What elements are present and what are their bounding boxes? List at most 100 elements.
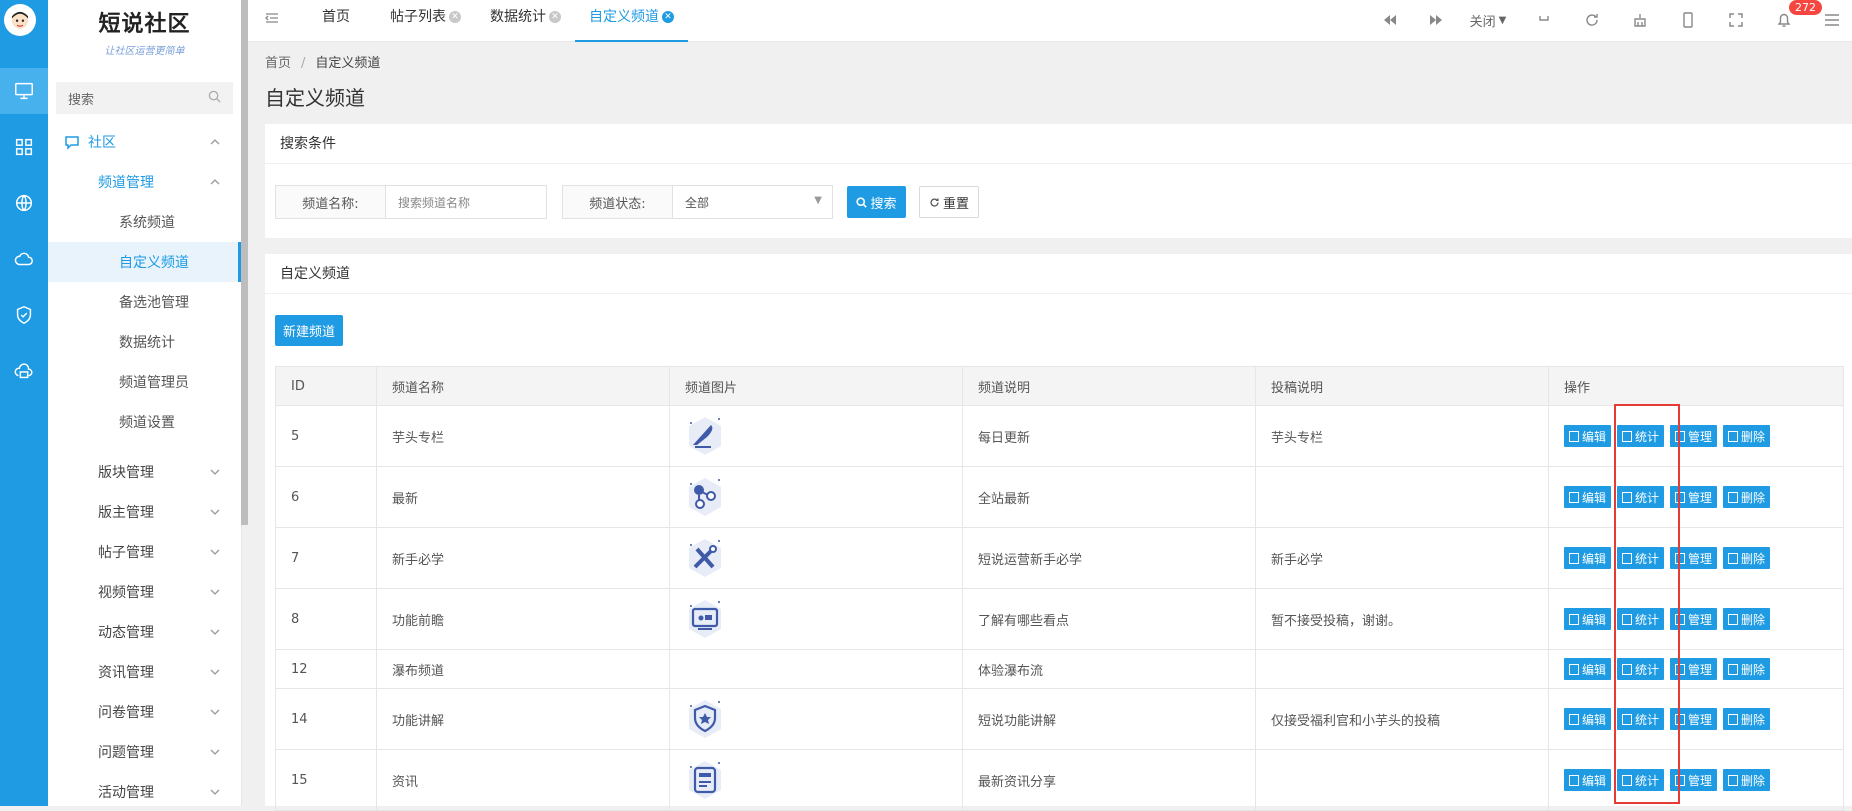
row-actions: 编辑 统计 管理 删除: [1564, 547, 1843, 569]
edit-button[interactable]: 编辑: [1564, 608, 1612, 630]
stats-button[interactable]: 统计: [1617, 547, 1665, 569]
monitor-icon[interactable]: [0, 68, 48, 114]
stats-button[interactable]: 统计: [1617, 486, 1665, 508]
cell-name: 功能讲解: [376, 688, 670, 750]
sidebar-item-channel-mgmt[interactable]: 频道管理: [48, 162, 241, 202]
mobile-icon[interactable]: [1677, 9, 1699, 31]
fast-forward-icon[interactable]: [1425, 9, 1447, 31]
stats-button[interactable]: 统计: [1617, 769, 1665, 791]
close-icon[interactable]: ✕: [449, 11, 461, 23]
apps-grid-icon[interactable]: [0, 124, 48, 170]
manage-button[interactable]: 管理: [1670, 708, 1718, 730]
stats-button[interactable]: 统计: [1617, 425, 1665, 447]
cell-actions: 编辑 统计 管理 删除: [1548, 466, 1844, 528]
document-icon: [1728, 613, 1739, 625]
sidebar-item-statistics[interactable]: 数据统计: [48, 322, 241, 362]
close-menu-button[interactable]: 关闭 ▼: [1463, 9, 1513, 31]
sidebar-item-custom-channel[interactable]: 自定义频道: [48, 242, 241, 282]
manage-button[interactable]: 管理: [1670, 547, 1718, 569]
clean-cache-icon[interactable]: [1629, 9, 1651, 31]
manage-button[interactable]: 管理: [1670, 486, 1718, 508]
sidebar-item-moderator-mgmt[interactable]: 版主管理: [48, 492, 241, 532]
tab-home[interactable]: 首页: [322, 0, 350, 42]
delete-button[interactable]: 删除: [1723, 425, 1771, 447]
sidebar-item-video-mgmt[interactable]: 视频管理: [48, 572, 241, 612]
sidebar-item-candidate-pool[interactable]: 备选池管理: [48, 282, 241, 322]
manage-button[interactable]: 管理: [1670, 658, 1718, 680]
column-header-name: 频道名称: [376, 366, 670, 406]
delete-button[interactable]: 删除: [1723, 708, 1771, 730]
sidebar-item-channel-admins[interactable]: 频道管理员: [48, 362, 241, 402]
tab-post-list[interactable]: 帖子列表 ✕: [390, 0, 461, 42]
cell-submit: 芋头专栏: [1255, 405, 1549, 467]
cell-id: 12: [275, 649, 377, 689]
edit-button[interactable]: 编辑: [1564, 486, 1612, 508]
sidebar-scrollbar[interactable]: [241, 0, 248, 525]
sidebar-search[interactable]: 搜索: [56, 82, 233, 114]
search-button[interactable]: 搜索: [847, 186, 906, 218]
column-header-desc: 频道说明: [962, 366, 1256, 406]
tab-custom-channel[interactable]: 自定义频道 ✕: [575, 0, 688, 42]
chevron-down-icon: [209, 466, 221, 482]
sidebar-item-community[interactable]: 社区: [48, 122, 241, 162]
delete-button[interactable]: 删除: [1723, 658, 1771, 680]
action-label: 编辑: [1582, 712, 1607, 727]
rewind-icon[interactable]: [1379, 9, 1401, 31]
breadcrumb-home[interactable]: 首页: [265, 56, 291, 71]
refresh-icon[interactable]: [1581, 9, 1603, 31]
sidebar-item-board-mgmt[interactable]: 版块管理: [48, 452, 241, 492]
sidebar-item-system-channel[interactable]: 系统频道: [48, 202, 241, 242]
channel-name-input[interactable]: 搜索频道名称: [386, 186, 546, 218]
delete-button[interactable]: 删除: [1723, 608, 1771, 630]
cloud-server-icon[interactable]: [0, 348, 48, 394]
edit-button[interactable]: 编辑: [1564, 547, 1612, 569]
shield-check-icon[interactable]: [0, 292, 48, 338]
delete-button[interactable]: 删除: [1723, 769, 1771, 791]
sidebar-item-channel-settings[interactable]: 频道设置: [48, 402, 241, 442]
action-label: 管理: [1688, 612, 1713, 627]
edit-button[interactable]: 编辑: [1564, 708, 1612, 730]
sidebar-item-survey-mgmt[interactable]: 问卷管理: [48, 692, 241, 732]
sidebar-item-post-mgmt[interactable]: 帖子管理: [48, 532, 241, 572]
globe-icon[interactable]: [0, 180, 48, 226]
fullscreen-icon[interactable]: [1725, 9, 1747, 31]
cell-desc: 短说功能讲解: [962, 688, 1256, 750]
cell-actions: 编辑 统计 管理 删除: [1548, 527, 1844, 589]
channel-status-select[interactable]: 全部 ▼: [673, 186, 832, 218]
edit-button[interactable]: 编辑: [1564, 769, 1612, 791]
fold-menu-icon[interactable]: [264, 10, 280, 30]
edit-button[interactable]: 编辑: [1564, 658, 1612, 680]
sidebar-item-event-mgmt[interactable]: 活动管理: [48, 772, 241, 806]
close-icon[interactable]: ✕: [662, 11, 674, 23]
delete-button[interactable]: 删除: [1723, 486, 1771, 508]
stats-button[interactable]: 统计: [1617, 708, 1665, 730]
edit-button[interactable]: 编辑: [1564, 425, 1612, 447]
new-channel-button[interactable]: 新建频道: [275, 315, 343, 346]
table-row: 7 新手必学 短说运营新手必学 新手必学 编辑 统计 管理 删除: [275, 527, 1844, 589]
sidebar-item-question-mgmt[interactable]: 问题管理: [48, 732, 241, 772]
stats-button[interactable]: 统计: [1617, 658, 1665, 680]
sidebar-item-feed-mgmt[interactable]: 动态管理: [48, 612, 241, 652]
manage-button[interactable]: 管理: [1670, 608, 1718, 630]
sidebar-item-label: 版主管理: [98, 505, 154, 521]
sidebar-item-label: 频道管理: [98, 175, 154, 191]
avatar[interactable]: [4, 4, 36, 36]
logo-slogan: 让社区运营更简单: [104, 46, 185, 57]
page-title: 自定义频道: [265, 86, 365, 110]
stats-button[interactable]: 统计: [1617, 608, 1665, 630]
undo-icon[interactable]: [1533, 9, 1555, 31]
manage-button[interactable]: 管理: [1670, 769, 1718, 791]
more-menu-icon[interactable]: [1821, 9, 1843, 31]
action-label: 删除: [1741, 773, 1766, 788]
reset-button[interactable]: 重置: [919, 186, 979, 218]
manage-button[interactable]: 管理: [1670, 425, 1718, 447]
cloud-icon[interactable]: [0, 236, 48, 282]
tab-statistics[interactable]: 数据统计 ✕: [490, 0, 561, 42]
sidebar-item-label: 问题管理: [98, 745, 154, 761]
sidebar-item-news-mgmt[interactable]: 资讯管理: [48, 652, 241, 692]
close-icon[interactable]: ✕: [549, 11, 561, 23]
document-icon: [1622, 491, 1633, 503]
document-icon: [1622, 713, 1633, 725]
delete-button[interactable]: 删除: [1723, 547, 1771, 569]
cell-submit: [1255, 749, 1549, 811]
